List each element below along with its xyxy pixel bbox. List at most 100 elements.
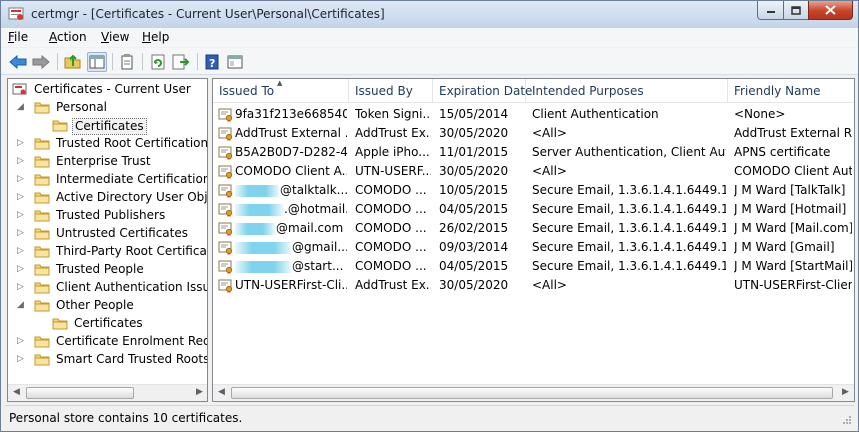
table-row[interactable]: 9fa31f213e668540 Token Signi... 15/05/2014… <box>213 105 854 124</box>
tree-item[interactable]: ▷ Active Directory User Object <box>8 189 207 207</box>
column-intended-purposes[interactable]: Intended Purposes <box>526 79 728 103</box>
scroll-left-icon[interactable]: ◀ <box>13 387 20 397</box>
up-one-level-button[interactable] <box>63 52 83 72</box>
help-button[interactable]: ? <box>202 52 222 72</box>
tree-scroll-thumb[interactable] <box>26 387 134 399</box>
table-row[interactable]: @gmail.... COMODO ... 09/03/2014 Secure Ema… <box>213 238 854 257</box>
scroll-right-icon[interactable]: ▶ <box>842 387 849 397</box>
resize-grip-icon[interactable] <box>842 415 852 425</box>
folder-icon <box>52 119 68 132</box>
table-row[interactable]: B5A2B0D7-D282-44... Apple iPho... 11/01/20… <box>213 143 854 162</box>
expand-arrow-icon[interactable]: ▷ <box>17 264 27 276</box>
expand-arrow-icon[interactable]: ▷ <box>17 138 27 150</box>
table-row[interactable]: UTN-USERFirst-Cli... AddTrust Ex... 30/05/… <box>213 276 854 295</box>
certmgr-app-icon[interactable] <box>8 6 24 22</box>
tree-item[interactable]: ▷ Client Authentication Issuers <box>8 279 207 297</box>
tree-item[interactable]: ▷ Enterprise Trust <box>8 153 207 171</box>
folder-icon <box>34 335 50 348</box>
certificate-list[interactable]: ▲ Issued To Issued By Expiration Date In… <box>212 78 855 402</box>
redaction-mark <box>235 203 283 216</box>
tree-item[interactable]: ◢ Personal <box>8 99 207 117</box>
tree-item[interactable]: Certificates <box>8 117 207 135</box>
cell-issued-to-text: @talktalk.... <box>280 183 347 197</box>
tree-item[interactable]: ◢ Other People <box>8 297 207 315</box>
expand-arrow-icon[interactable]: ▷ <box>17 192 27 204</box>
collapse-arrow-icon[interactable]: ◢ <box>17 300 27 312</box>
tree-root[interactable]: Certificates - Current User <box>10 81 206 99</box>
cell-expiration-date: 04/05/2015 <box>439 202 524 216</box>
window-title: certmgr - [Certificates - Current User\P… <box>31 7 385 21</box>
cell-expiration-date-text: 30/05/2020 <box>439 278 509 292</box>
tree-item[interactable]: ▷ Trusted Root Certification Au <box>8 135 207 153</box>
tree-horizontal-scrollbar[interactable]: ◀ ▶ <box>8 384 207 401</box>
tree-item[interactable]: ▷ Untrusted Certificates <box>8 225 207 243</box>
expand-arrow-icon[interactable]: ▷ <box>17 174 27 186</box>
table-row[interactable]: AddTrust External ... AddTrust Ex... 30/05… <box>213 124 854 143</box>
folder-icon <box>34 209 50 222</box>
back-button[interactable] <box>8 52 28 72</box>
table-row[interactable]: .@hotmail.... COMODO ... 04/05/2015 Secure … <box>213 200 854 219</box>
cell-issued-by-text: COMODO ... <box>355 221 427 235</box>
menu-action[interactable]: Action <box>49 30 87 44</box>
close-button[interactable] <box>808 1 853 20</box>
menu-file-label: ile <box>14 30 29 44</box>
column-issued-to[interactable]: ▲ Issued To <box>213 79 349 103</box>
cell-issued-to-text: UTN-USERFirst-Cli... <box>235 278 347 292</box>
title-bar[interactable]: certmgr - [Certificates - Current User\P… <box>1 1 858 28</box>
cell-intended-purposes: Secure Email, 1.3.6.1.4.1.6449.1.3.5.2 <box>532 259 726 273</box>
cell-issued-by-text: COMODO ... <box>355 240 427 254</box>
cell-issued-to: @talktalk.... <box>235 183 347 197</box>
tree-item[interactable]: ▷ Trusted People <box>8 261 207 279</box>
tree-item[interactable]: ▷ Trusted Publishers <box>8 207 207 225</box>
collapse-arrow-icon[interactable]: ◢ <box>17 102 27 114</box>
maximize-button[interactable] <box>783 1 809 20</box>
expand-arrow-icon[interactable]: ▷ <box>17 228 27 240</box>
table-row[interactable]: @start... COMODO ... 04/05/2015 Secure Emai… <box>213 257 854 276</box>
tree-item[interactable]: ▷ Intermediate Certification Au <box>8 171 207 189</box>
cell-intended-purposes-text: Secure Email, 1.3.6.1.4.1.6449.1.3.5.2 <box>532 183 726 197</box>
expand-arrow-icon[interactable]: ▷ <box>17 210 27 222</box>
folder-icon <box>34 137 50 150</box>
cell-issued-by: UTN-USERF... <box>355 164 431 178</box>
refresh-button[interactable] <box>148 52 168 72</box>
table-row[interactable]: @talktalk.... COMODO ... 10/05/2015 Secure … <box>213 181 854 200</box>
expand-arrow-icon[interactable]: ▷ <box>17 336 27 348</box>
expand-arrow-icon[interactable]: ▷ <box>17 246 27 258</box>
show-hide-tree-icon <box>89 55 105 69</box>
properties-button[interactable] <box>117 52 137 72</box>
forward-button[interactable] <box>31 52 51 72</box>
cell-issued-to: B5A2B0D7-D282-44... <box>235 145 347 159</box>
column-expiration-date[interactable]: Expiration Date <box>433 79 532 103</box>
tree-item[interactable]: ▷ Smart Card Trusted Roots <box>8 351 207 369</box>
show-hide-tree-button[interactable] <box>87 52 107 72</box>
cell-intended-purposes-text: <All> <box>532 164 567 178</box>
export-list-button[interactable] <box>171 52 191 72</box>
table-row[interactable]: @mail.com COMODO ... 26/02/2015 Secure Emai… <box>213 219 854 238</box>
scroll-right-icon[interactable]: ▶ <box>196 387 203 397</box>
tree-item[interactable]: ▷ Certificate Enrolment Reques <box>8 333 207 351</box>
expand-arrow-icon[interactable]: ▷ <box>17 354 27 366</box>
expand-arrow-icon[interactable]: ▷ <box>17 156 27 168</box>
column-issued-by[interactable]: Issued By <box>349 79 433 103</box>
expand-arrow-icon[interactable]: ▷ <box>17 282 27 294</box>
column-friendly-name[interactable]: Friendly Name <box>728 79 854 103</box>
minimize-button[interactable] <box>757 1 784 20</box>
tree-item-label: Active Directory User Object <box>56 190 208 204</box>
console-tree[interactable]: Certificates - Current User ◢ Personal Cer… <box>7 78 208 402</box>
tree-item[interactable]: ▷ Third-Party Root Certification <box>8 243 207 261</box>
list-horizontal-scrollbar[interactable]: ◀ ▶ <box>213 384 854 401</box>
tree-item[interactable]: Certificates <box>8 315 207 333</box>
redaction-mark <box>235 222 275 235</box>
menu-action-label: ction <box>57 30 87 44</box>
menu-view[interactable]: View <box>101 30 129 44</box>
list-scroll-thumb[interactable] <box>231 387 833 399</box>
toolbar-separator <box>142 53 143 70</box>
menu-file[interactable]: File <box>8 30 28 44</box>
scroll-left-icon[interactable]: ◀ <box>218 387 225 397</box>
list-header: ▲ Issued To Issued By Expiration Date In… <box>213 79 854 103</box>
cell-intended-purposes-text: <All> <box>532 278 567 292</box>
table-row[interactable]: COMODO Client A... UTN-USERF... 30/05/2020… <box>213 162 854 181</box>
menu-help[interactable]: Help <box>142 30 169 44</box>
certificate-icon <box>218 202 233 217</box>
console-view-button[interactable] <box>225 52 245 72</box>
